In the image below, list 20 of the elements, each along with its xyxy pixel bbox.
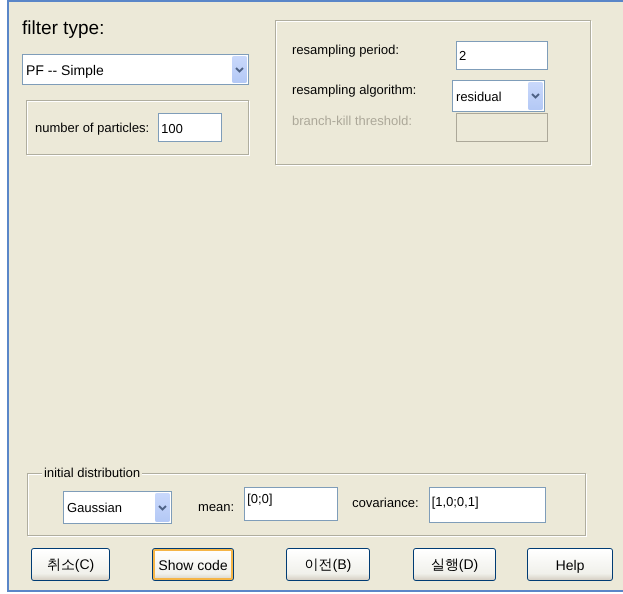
input-field[interactable]: 2 [456,41,548,70]
covariance-field[interactable]: [1,0;0,1] [428,487,546,523]
particles-label: number of particles: [35,120,150,135]
dialog-button[interactable]: 실행(D) [413,548,496,581]
filter-type-dropdown[interactable]: PF -- Simple [22,54,249,85]
field-label: resampling period: [292,42,400,57]
filter-type-label: filter type: [22,18,106,40]
distribution-dropdown[interactable]: Gaussian [63,491,172,524]
mean-field[interactable]: [0;0] [244,487,338,521]
algorithm-dropdown[interactable]: residual [452,80,545,112]
group-legend: initial distribution [42,465,142,480]
dialog-button[interactable]: Help [527,548,613,581]
particles-field[interactable]: 100 [158,113,222,142]
dialog-button[interactable]: 취소(C) [31,548,110,581]
mean-label: mean: [198,499,234,514]
field-label: branch-kill threshold: [292,113,413,128]
dialog-button[interactable]: 이전(B) [286,548,370,581]
covariance-label: covariance: [352,495,419,510]
dialog-button[interactable]: Show code [152,548,234,581]
field-label: resampling algorithm: [292,82,418,97]
